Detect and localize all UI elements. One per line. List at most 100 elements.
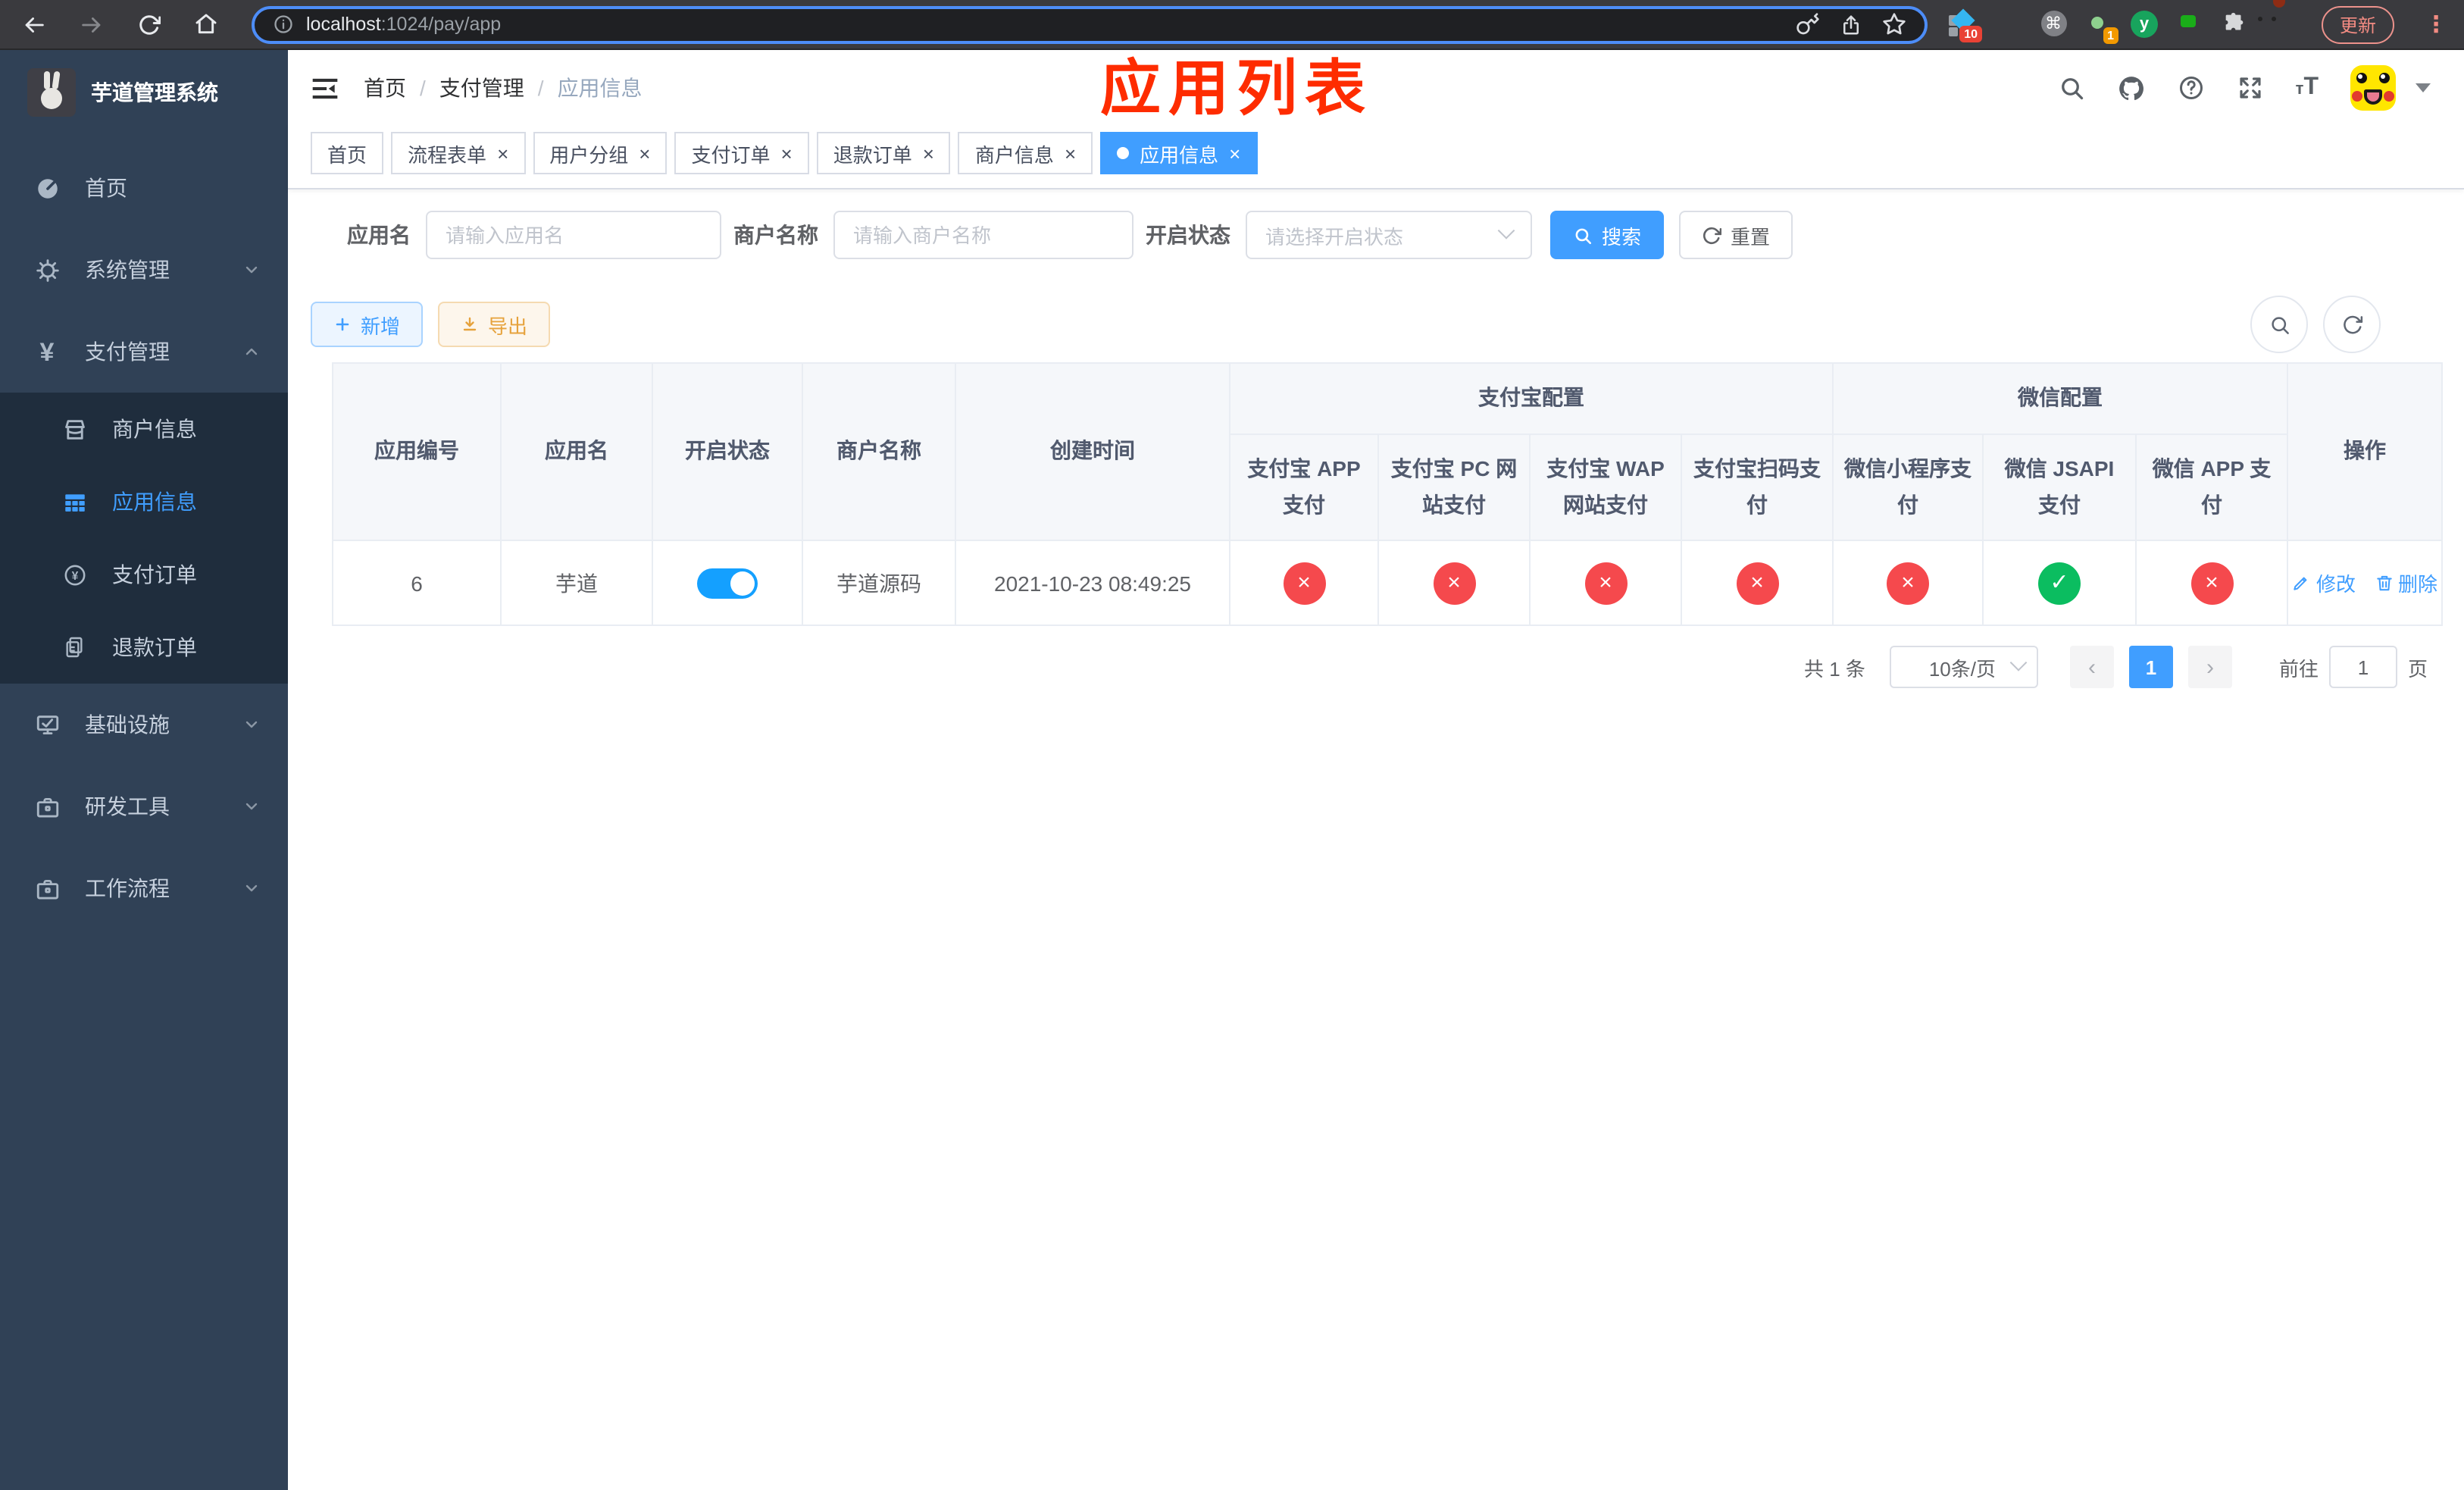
page-number-current[interactable]: 1 bbox=[2128, 646, 2173, 688]
sidebar-item-label: 支付订单 bbox=[112, 562, 197, 587]
github-icon[interactable] bbox=[2117, 74, 2146, 102]
browser-back-icon[interactable] bbox=[15, 6, 52, 42]
col-group-alipay: 支付宝配置 bbox=[1229, 362, 1834, 435]
extension-balloon-icon[interactable] bbox=[1994, 11, 2022, 38]
tab-label: 支付订单 bbox=[691, 143, 771, 166]
shop-icon bbox=[58, 416, 91, 442]
sidebar-item-dev-tools[interactable]: 研发工具 bbox=[0, 765, 288, 847]
status-select[interactable]: 请选择开启状态 bbox=[1246, 211, 1532, 259]
chevron-down-icon bbox=[242, 715, 261, 734]
extension-command-icon[interactable]: ⌘ bbox=[2040, 11, 2067, 38]
url-bar[interactable]: localhost:1024/pay/app bbox=[252, 5, 1928, 43]
monitor-icon bbox=[30, 712, 64, 737]
app-name-label: 应用名 bbox=[347, 223, 411, 247]
export-button[interactable]: 导出 bbox=[438, 302, 551, 347]
next-page-button[interactable]: › bbox=[2187, 646, 2232, 688]
avatar[interactable] bbox=[2350, 65, 2396, 111]
merchant-name-input[interactable] bbox=[833, 211, 1134, 259]
delete-link[interactable]: 删除 bbox=[2374, 568, 2437, 597]
col-actions: 操作 bbox=[2287, 362, 2443, 541]
browser-forward-icon[interactable] bbox=[73, 6, 109, 42]
reset-button[interactable]: 重置 bbox=[1679, 211, 1793, 259]
bookmark-star-icon[interactable] bbox=[1882, 12, 1906, 36]
tab-label: 流程表单 bbox=[408, 143, 487, 166]
sidebar-item-payment[interactable]: ¥ 支付管理 bbox=[0, 311, 288, 393]
search-icon[interactable] bbox=[2058, 74, 2085, 102]
sidebar: 芋道管理系统 首页 系统管理 ¥ 支付管理 商户信息 应用信息 ¥ 支付订单 退… bbox=[0, 50, 288, 1490]
chevron-down-icon bbox=[2009, 654, 2028, 671]
breadcrumb-home[interactable]: 首页 bbox=[364, 73, 406, 103]
tab-user-group[interactable]: 用户分组 × bbox=[533, 132, 668, 174]
tab-label: 商户信息 bbox=[974, 143, 1054, 166]
breadcrumb-section[interactable]: 支付管理 bbox=[439, 73, 524, 103]
tab-merchant-info[interactable]: 商户信息 × bbox=[958, 132, 1093, 174]
col-alipay-qr: 支付宝扫码支付 bbox=[1681, 434, 1834, 541]
grid-table-icon bbox=[58, 489, 91, 515]
page-size-select[interactable]: 10条/页 bbox=[1889, 646, 2038, 688]
close-icon[interactable]: × bbox=[923, 143, 934, 163]
browser-menu-icon[interactable]: ⋮ bbox=[2425, 11, 2447, 38]
extensions-row: 10 ⌘ 1 y 更新 ⋮ bbox=[1949, 0, 2447, 44]
help-icon[interactable] bbox=[2178, 74, 2205, 102]
font-size-icon[interactable]: тT bbox=[2296, 75, 2319, 100]
status-badge-alipay-qr: × bbox=[1736, 562, 1778, 604]
tab-pay-order[interactable]: 支付订单 × bbox=[674, 132, 809, 174]
fullscreen-icon[interactable] bbox=[2237, 74, 2264, 102]
page-size-value: 10条/页 bbox=[1928, 657, 1996, 680]
goto-page-input[interactable] bbox=[2328, 646, 2397, 688]
sidebar-item-refund-order[interactable]: 退款订单 bbox=[0, 611, 288, 684]
saved-password-key-icon[interactable] bbox=[1796, 12, 1820, 36]
status-badge-alipay-pc: × bbox=[1433, 562, 1475, 604]
sidebar-item-pay-order[interactable]: ¥ 支付订单 bbox=[0, 538, 288, 611]
sidebar-item-merchant[interactable]: 商户信息 bbox=[0, 393, 288, 465]
tags-view-bar: 首页× 流程表单 × 用户分组 × 支付订单 × 退款订单 × 商户信息 × 应用信息 × bbox=[288, 126, 2464, 189]
sidebar-fold-icon[interactable] bbox=[311, 74, 339, 102]
briefcase-icon bbox=[30, 875, 64, 901]
app-title: 芋道管理系统 bbox=[91, 80, 218, 105]
briefcase-icon bbox=[30, 794, 64, 819]
sidebar-item-app-info[interactable]: 应用信息 bbox=[0, 465, 288, 538]
browser-reload-icon[interactable] bbox=[130, 6, 167, 42]
sidebar-item-workflow[interactable]: 工作流程 bbox=[0, 847, 288, 929]
extension-recorder-icon[interactable]: 1 bbox=[2085, 11, 2118, 44]
refresh-table-button[interactable] bbox=[2323, 296, 2381, 353]
share-icon[interactable] bbox=[1840, 13, 1862, 36]
tab-home[interactable]: 首页× bbox=[311, 132, 384, 174]
site-info-icon[interactable] bbox=[273, 14, 294, 35]
extension-diamond-icon[interactable]: 10 bbox=[1949, 8, 1982, 42]
prev-page-button[interactable]: ‹ bbox=[2069, 646, 2114, 688]
sidebar-item-infra[interactable]: 基础设施 bbox=[0, 684, 288, 765]
sidebar-item-label: 基础设施 bbox=[85, 712, 170, 737]
extension-yudao-icon[interactable]: y bbox=[2131, 11, 2158, 38]
browser-home-icon[interactable] bbox=[188, 6, 224, 42]
table-row: 6 芋道 芋道源码 2021-10-23 08:49:25 × × × × × bbox=[332, 540, 2443, 626]
close-icon[interactable]: × bbox=[639, 143, 650, 163]
close-icon[interactable]: × bbox=[1229, 143, 1240, 163]
edit-link[interactable]: 修改 bbox=[2292, 568, 2356, 597]
add-button[interactable]: 新增 bbox=[311, 302, 424, 347]
yen-circle-icon: ¥ bbox=[58, 562, 91, 587]
close-icon[interactable]: × bbox=[1065, 143, 1076, 163]
tab-process-form[interactable]: 流程表单 × bbox=[391, 132, 526, 174]
tab-app-info[interactable]: 应用信息 × bbox=[1100, 132, 1258, 174]
chevron-down-icon[interactable] bbox=[2416, 83, 2431, 92]
close-icon[interactable]: × bbox=[497, 143, 508, 163]
sidebar-item-home[interactable]: 首页 bbox=[0, 147, 288, 229]
sidebar-item-label: 研发工具 bbox=[85, 794, 170, 819]
extension-chat-icon[interactable] bbox=[2176, 11, 2203, 38]
tab-label: 首页 bbox=[327, 143, 367, 166]
document-copy-icon bbox=[58, 635, 91, 659]
extensions-puzzle-icon[interactable] bbox=[2222, 11, 2249, 38]
tab-refund-order[interactable]: 退款订单 × bbox=[816, 132, 951, 174]
close-icon[interactable]: × bbox=[781, 143, 793, 163]
search-button[interactable]: 搜索 bbox=[1550, 211, 1665, 259]
sidebar-item-system[interactable]: 系统管理 bbox=[0, 229, 288, 311]
status-toggle[interactable] bbox=[697, 568, 758, 598]
chevron-up-icon bbox=[242, 343, 261, 361]
browser-update-button[interactable]: 更新 bbox=[2322, 5, 2395, 43]
app-name-input[interactable] bbox=[426, 211, 721, 259]
status-label: 开启状态 bbox=[1146, 223, 1230, 247]
sidebar-item-label: 退款订单 bbox=[112, 635, 197, 659]
extension-emoji-icon[interactable] bbox=[2258, 0, 2294, 38]
toggle-search-button[interactable] bbox=[2250, 296, 2308, 353]
